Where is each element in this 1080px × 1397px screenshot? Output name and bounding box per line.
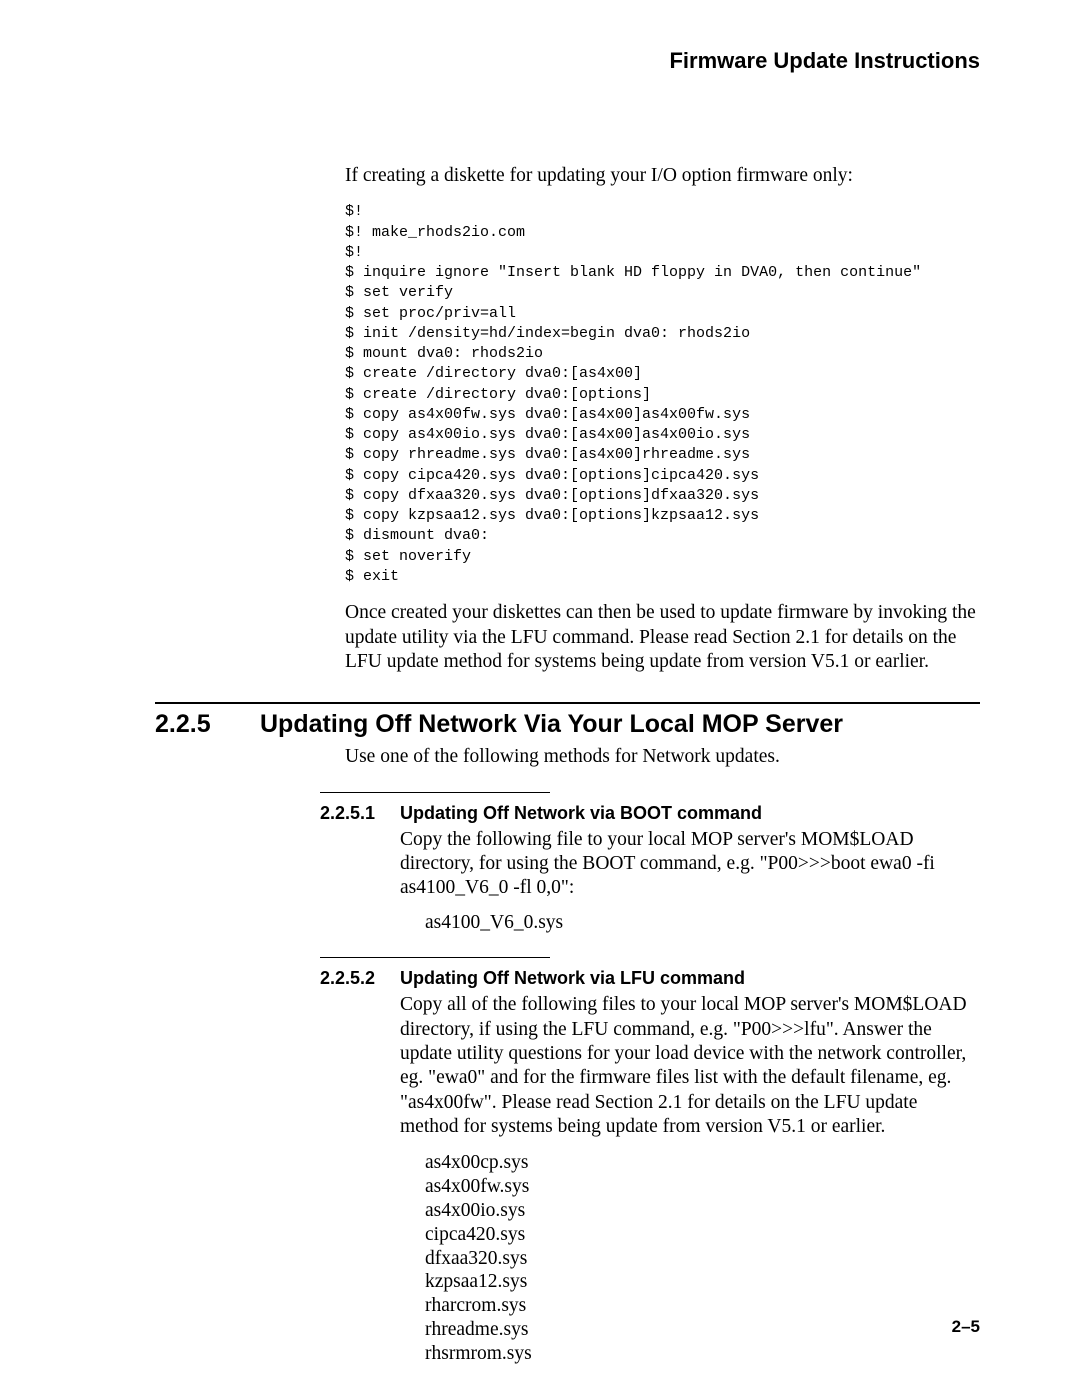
file-list-item: rharcrom.sys bbox=[425, 1294, 980, 1318]
code-block: $! $! make_rhods2io.com $! $ inquire ign… bbox=[345, 202, 980, 587]
section-divider bbox=[155, 702, 980, 704]
file-list-item: as4x00fw.sys bbox=[425, 1175, 980, 1199]
subsection-2-2-5-1-para: Copy the following file to your local MO… bbox=[400, 828, 980, 901]
intro-paragraph: If creating a diskette for updating your… bbox=[345, 164, 980, 188]
subsection-2-2-5-2-para: Copy all of the following files to your … bbox=[400, 993, 980, 1139]
subsection-heading-2-2-5-2: 2.2.5.2 Updating Off Network via LFU com… bbox=[320, 968, 980, 989]
subsection-heading-2-2-5-1: 2.2.5.1 Updating Off Network via BOOT co… bbox=[320, 803, 980, 824]
file-list-item: rhsrmrom.sys bbox=[425, 1342, 980, 1366]
subsection-number: 2.2.5.1 bbox=[320, 803, 400, 824]
subsection-divider bbox=[320, 957, 550, 958]
file-list-item: as4x00cp.sys bbox=[425, 1151, 980, 1175]
subsection-title: Updating Off Network via LFU command bbox=[400, 968, 745, 989]
subsection-number: 2.2.5.2 bbox=[320, 968, 400, 989]
file-list-item: rhreadme.sys bbox=[425, 1318, 980, 1342]
after-code-paragraph: Once created your diskettes can then be … bbox=[345, 601, 980, 674]
file-list-item: kzpsaa12.sys bbox=[425, 1270, 980, 1294]
section-title: Updating Off Network Via Your Local MOP … bbox=[260, 710, 843, 739]
section-heading-2-2-5: 2.2.5 Updating Off Network Via Your Loca… bbox=[155, 710, 980, 739]
file-list-item: dfxaa320.sys bbox=[425, 1247, 980, 1271]
file-list-item: cipca420.sys bbox=[425, 1223, 980, 1247]
subsection-divider bbox=[320, 792, 550, 793]
section-2-2-5-intro: Use one of the following methods for Net… bbox=[345, 745, 980, 769]
section-number: 2.2.5 bbox=[155, 710, 260, 739]
subsection-2-2-5-1-file: as4100_V6_0.sys bbox=[425, 911, 980, 935]
running-header: Firmware Update Instructions bbox=[100, 48, 980, 74]
file-list: as4x00cp.sysas4x00fw.sysas4x00io.syscipc… bbox=[425, 1151, 980, 1365]
file-list-item: as4x00io.sys bbox=[425, 1199, 980, 1223]
subsection-title: Updating Off Network via BOOT command bbox=[400, 803, 762, 824]
page-number: 2–5 bbox=[952, 1317, 980, 1337]
